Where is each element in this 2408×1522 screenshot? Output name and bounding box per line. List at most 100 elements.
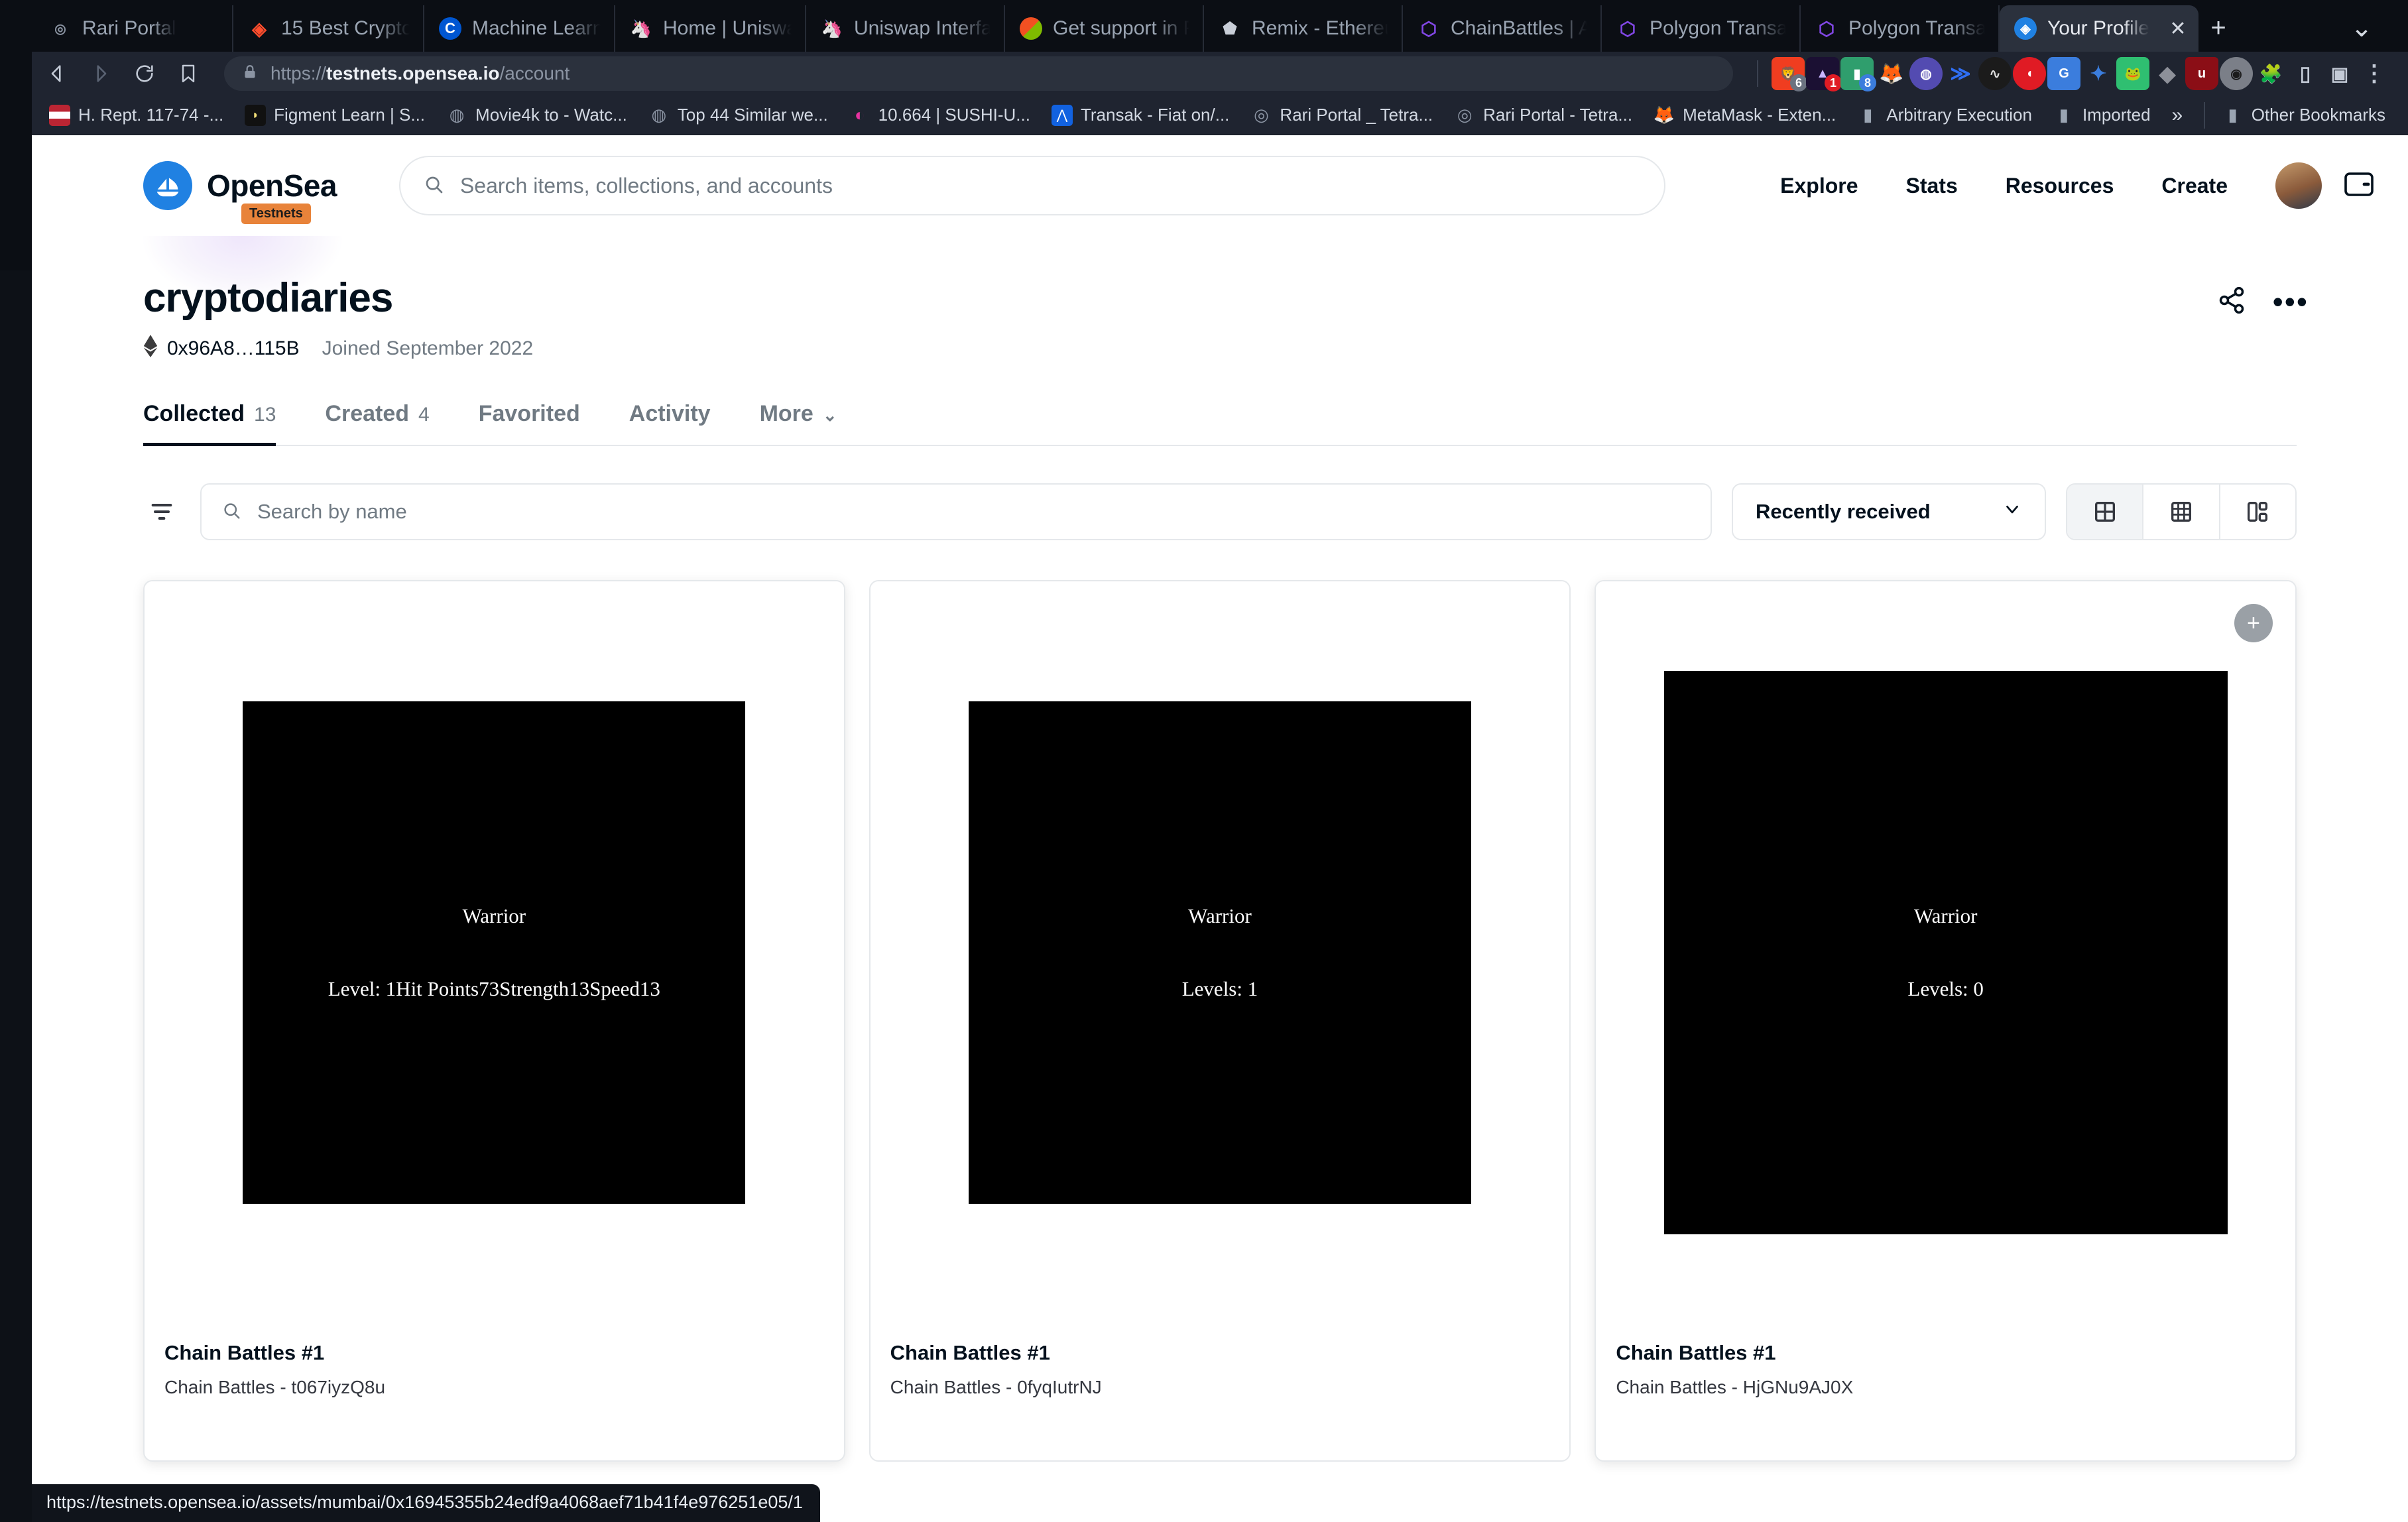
- browser-tab[interactable]: ■ Get support in Partner: [1005, 5, 1204, 52]
- google-translate-icon[interactable]: G: [2047, 57, 2080, 90]
- cast-icon[interactable]: ▣: [2323, 57, 2356, 90]
- browser-tab[interactable]: ⬟ Remix - Ethereum IDE: [1204, 5, 1403, 52]
- other-bookmarks-folder[interactable]: ▮ Other Bookmarks: [2212, 99, 2396, 131]
- remix-icon: ⬟: [1223, 19, 1237, 38]
- wallet-icon[interactable]: [2343, 170, 2375, 202]
- search-icon: [221, 500, 241, 524]
- bookmarks-overflow-button[interactable]: »: [2161, 99, 2194, 131]
- browser-tab[interactable]: ⬡ Polygon Transaction: [1801, 5, 2000, 52]
- bookmark-item[interactable]: ◗ Figment Learn | S...: [234, 99, 436, 131]
- nft-title: Chain Battles #1: [1616, 1341, 1776, 1364]
- bookmark-item[interactable]: H. Rept. 117-74 -...: [38, 99, 234, 131]
- bookmark-item[interactable]: 🦊 MetaMask - Exten...: [1643, 99, 1846, 131]
- nav-stats[interactable]: Stats: [1882, 174, 1982, 198]
- puzzle-icon[interactable]: 🧩: [2254, 57, 2287, 90]
- nav-resources[interactable]: Resources: [1982, 174, 2138, 198]
- brave-shields-icon[interactable]: 🦁 6: [1772, 57, 1807, 91]
- joined-date: Joined September 2022: [322, 337, 534, 359]
- sidepanel-icon[interactable]: ▯: [2289, 57, 2322, 90]
- browser-tab[interactable]: ⬡ ChainBattles | Address: [1403, 5, 1602, 52]
- avatar[interactable]: [2275, 162, 2322, 209]
- lock-icon: [241, 64, 259, 84]
- global-search-input[interactable]: Search items, collections, and accounts: [398, 156, 1665, 215]
- opensea-logo[interactable]: OpenSea Testnets: [143, 161, 337, 224]
- bookmark-folder[interactable]: ▮ Arbitrary Execution: [1846, 99, 2043, 131]
- view-mode-list[interactable]: [2220, 485, 2295, 539]
- keplr-wallet-icon[interactable]: ▮ 8: [1840, 57, 1876, 91]
- film-reel-icon[interactable]: ◉: [2220, 57, 2253, 90]
- bookmark-item[interactable]: ◍ Top 44 Similar we...: [638, 99, 839, 131]
- bookmark-folder[interactable]: ▮ Imported: [2043, 99, 2161, 131]
- nft-media: Warrior Level: 1Hit Points73Strength13Sp…: [145, 581, 844, 1324]
- page-viewport: OpenSea Testnets Search items, collectio…: [0, 135, 2408, 1522]
- ledger-shield-icon[interactable]: u: [2185, 57, 2218, 90]
- view-mode-grid-small[interactable]: [2143, 485, 2220, 539]
- search-placeholder: Search by name: [257, 500, 407, 523]
- nft-image-title: Warrior: [1188, 904, 1252, 927]
- browser-tab[interactable]: 🦄 Home | Uniswap Protocol: [615, 5, 806, 52]
- back-arrow-icon[interactable]: [38, 55, 76, 92]
- bookmark-icon[interactable]: [170, 55, 207, 92]
- tab-created[interactable]: Created 4: [325, 401, 429, 446]
- nft-card[interactable]: Warrior Levels: 1 Chain Battles #1 Chain…: [869, 580, 1571, 1462]
- transak-icon: ⋀: [1051, 104, 1073, 126]
- browser-tab[interactable]: ◎ Rari Portal: [34, 5, 233, 52]
- chevron-down-icon[interactable]: ⌄: [2342, 8, 2381, 48]
- vvs-icon[interactable]: ≫: [1944, 57, 1977, 90]
- close-icon[interactable]: ✕: [2164, 15, 2192, 42]
- address-bar[interactable]: https://testnets.opensea.io/account: [224, 56, 1733, 91]
- tab-activity[interactable]: Activity: [629, 401, 711, 446]
- nft-image: Warrior Levels: 1: [968, 701, 1471, 1204]
- reload-icon[interactable]: [126, 55, 163, 92]
- tab-more[interactable]: More ⌄: [760, 401, 837, 446]
- sort-dropdown[interactable]: Recently received: [1732, 483, 2046, 540]
- ethereum-diamond-icon[interactable]: ◆: [2151, 57, 2184, 90]
- tab-title: ChainBattles | Address: [1451, 17, 1587, 39]
- extension-badge: 8: [1859, 74, 1876, 91]
- red-circle-icon[interactable]: ◖: [2013, 57, 2046, 90]
- tab-title: Get support in Partner: [1053, 17, 1189, 39]
- chrome-menu-icon[interactable]: ⋮: [2358, 57, 2391, 90]
- browser-tab[interactable]: ◈ 15 Best Crypto Trading: [233, 5, 424, 52]
- tab-title: Home | Uniswap Protocol: [663, 17, 792, 39]
- status-bar-url: https://testnets.opensea.io/assets/mumba…: [32, 1484, 820, 1522]
- more-dots-icon[interactable]: •••: [2273, 284, 2309, 320]
- tab-count: 13: [254, 404, 276, 426]
- tab-count: 4: [418, 404, 430, 426]
- nft-card[interactable]: Warrior Level: 1Hit Points73Strength13Sp…: [143, 580, 845, 1462]
- new-tab-button[interactable]: +: [2198, 8, 2238, 48]
- bookmark-item[interactable]: ◐ 10.664 | SUSHI-U...: [839, 99, 1041, 131]
- nav-create[interactable]: Create: [2137, 174, 2252, 198]
- browser-tab[interactable]: ⬡ Polygon Transaction: [1602, 5, 1801, 52]
- wallet-address[interactable]: 0x96A8…115B: [143, 335, 300, 363]
- nft-collection: Chain Battles - HjGNu9AJ0X: [1616, 1377, 1854, 1397]
- stellar-icon[interactable]: ✦: [2082, 57, 2115, 90]
- browser-tab-active[interactable]: ◈ Your Profile | Open ✕: [2000, 5, 2198, 52]
- rabby-wallet-icon[interactable]: ▲ 1: [1806, 57, 1842, 91]
- keplr-green-icon[interactable]: 🐸: [2116, 57, 2149, 90]
- view-mode-grid-large[interactable]: [2067, 485, 2144, 539]
- search-input[interactable]: Search by name: [200, 483, 1712, 540]
- share-icon[interactable]: [2217, 286, 2246, 318]
- sui-wallet-icon[interactable]: ∿: [1978, 57, 2012, 90]
- nav-explore[interactable]: Explore: [1756, 174, 1882, 198]
- rari-icon: ◎: [54, 21, 66, 36]
- bookmark-item[interactable]: ◎ Rari Portal _ Tetra...: [1240, 99, 1443, 131]
- nft-media: Warrior Levels: 0: [1596, 581, 2295, 1324]
- tab-label: Created: [325, 401, 410, 426]
- tab-collected[interactable]: Collected 13: [143, 401, 276, 446]
- url-text: https://testnets.opensea.io/account: [271, 63, 570, 84]
- metamask-icon[interactable]: 🦊: [1875, 57, 1908, 90]
- opensea-brand-text: OpenSea: [207, 168, 337, 203]
- sushi-icon: ◐: [854, 105, 865, 125]
- bookmark-item[interactable]: ◎ Rari Portal - Tetra...: [1443, 99, 1643, 131]
- filter-icon[interactable]: [143, 493, 180, 530]
- browser-tab[interactable]: C Machine Learning for: [424, 5, 615, 52]
- phantom-wallet-icon[interactable]: ◍: [1909, 57, 1943, 90]
- add-to-cart-button[interactable]: +: [2234, 604, 2273, 642]
- nft-card[interactable]: + Warrior Levels: 0 Chain Battles #1 Cha…: [1595, 580, 2297, 1462]
- tab-favorited[interactable]: Favorited: [479, 401, 580, 446]
- browser-tab[interactable]: 🦄 Uniswap Interface: [806, 5, 1005, 52]
- bookmark-item[interactable]: ⋀ Transak - Fiat on/...: [1041, 99, 1240, 131]
- bookmark-item[interactable]: ◍ Movie4k to - Watc...: [436, 99, 638, 131]
